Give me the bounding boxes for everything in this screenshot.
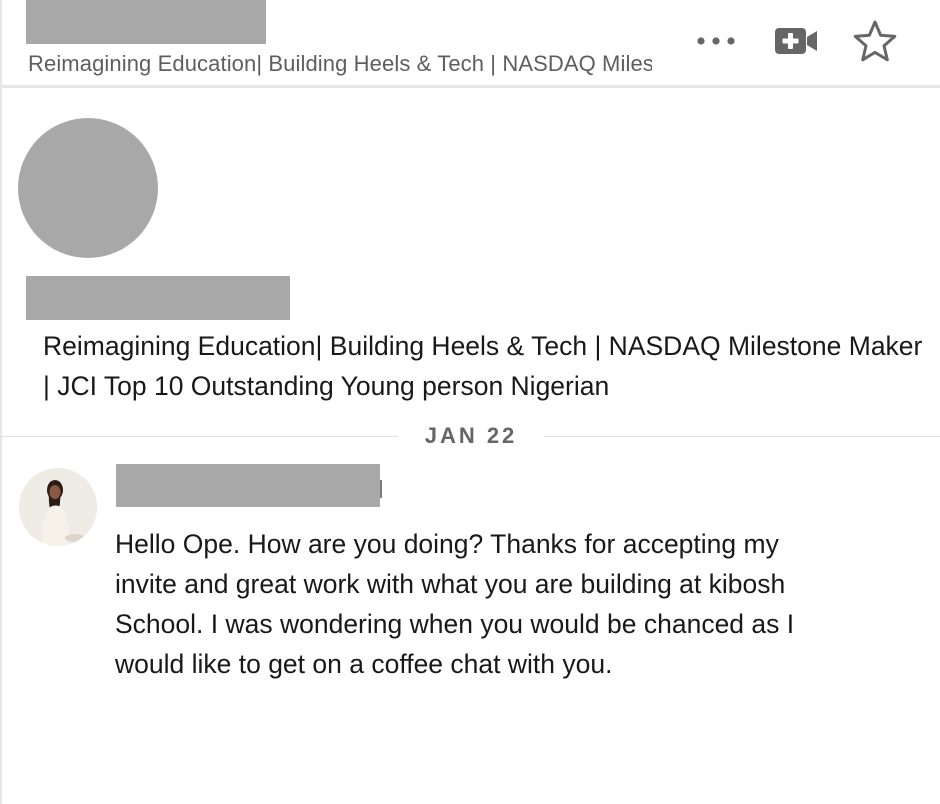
video-call-button[interactable] [773, 18, 819, 64]
redacted-sender-name[interactable] [116, 464, 380, 507]
header-divider [0, 85, 940, 88]
star-outline-icon [853, 20, 897, 62]
message-text: Hello Ope. How are you doing? Thanks for… [115, 529, 795, 679]
more-options-button[interactable] [693, 18, 739, 64]
header-headline: Reimagining Education| Building Heels & … [28, 51, 652, 76]
conversation-header: Reimagining Education| Building Heels & … [0, 0, 940, 88]
redacted-profile-name[interactable] [26, 276, 290, 320]
window-left-border [0, 0, 2, 804]
profile-headline: Reimagining Education| Building Heels & … [43, 331, 923, 401]
more-horizontal-icon [697, 37, 735, 45]
date-separator: JAN 22 [398, 420, 544, 452]
sender-avatar[interactable] [19, 468, 97, 546]
video-call-icon [775, 28, 817, 54]
person-photo-icon [19, 468, 97, 546]
star-conversation-button[interactable] [852, 18, 898, 64]
sender-name-edge [380, 480, 382, 498]
redacted-profile-avatar[interactable] [18, 118, 158, 258]
redacted-contact-name [26, 0, 266, 44]
